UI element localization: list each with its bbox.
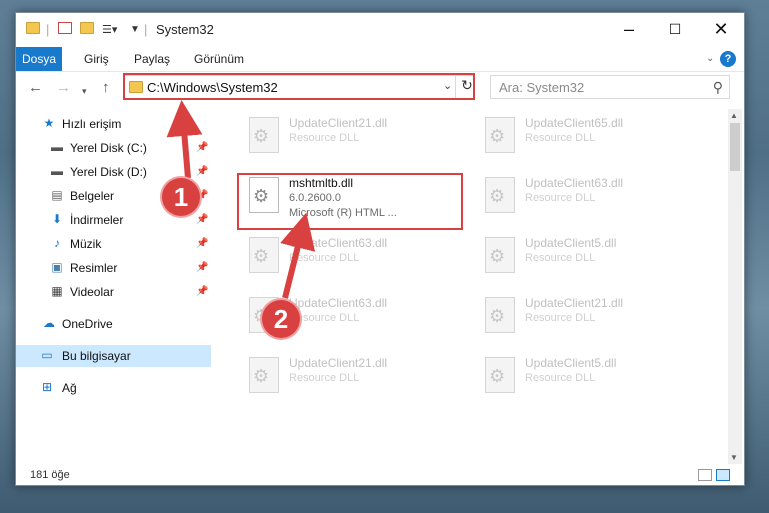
step-2-badge: 2 bbox=[262, 300, 300, 338]
step-1-badge: 1 bbox=[162, 178, 200, 216]
arrow-to-file bbox=[280, 212, 316, 299]
annotation-arrows bbox=[166, 100, 316, 299]
arrow-to-address-bar bbox=[166, 100, 203, 179]
